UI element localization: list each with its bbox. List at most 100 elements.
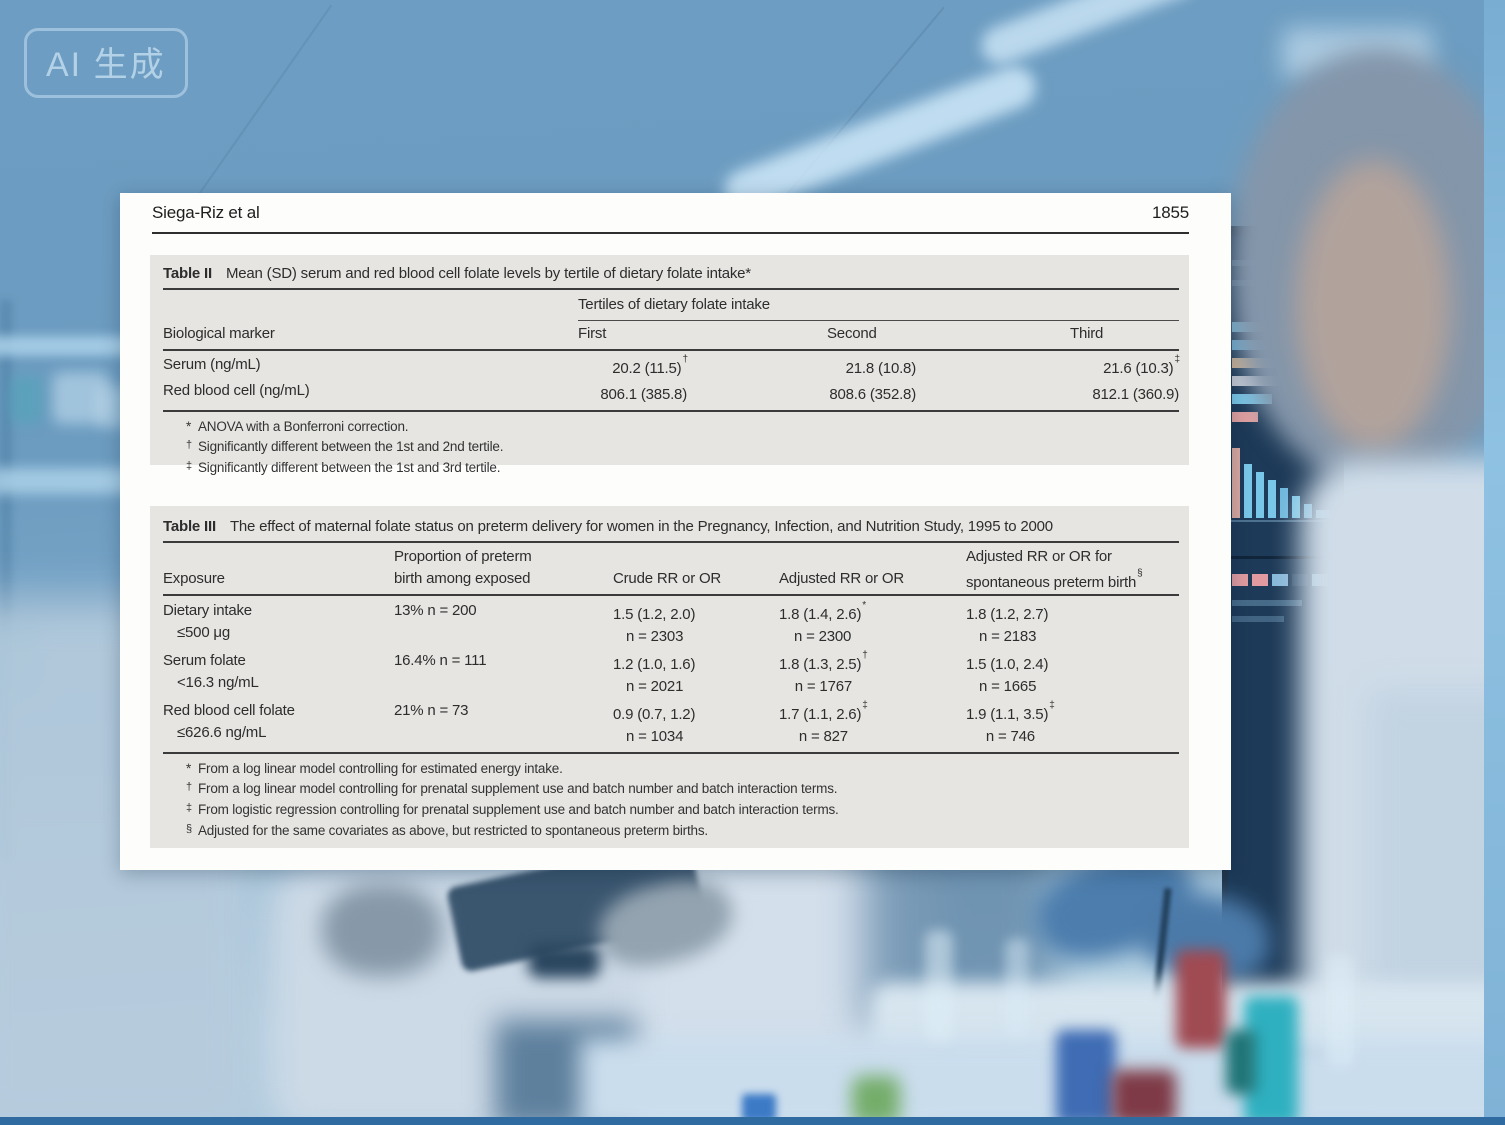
footnote-symbol: *	[186, 759, 194, 779]
footnote: *ANOVA with a Bonferroni correction.	[186, 417, 1179, 437]
footnote-marker: †	[682, 354, 688, 365]
estimate-cell: 1.8 (1.4, 2.6)*n = 2300	[779, 600, 966, 648]
footnote-symbol: †	[186, 435, 194, 455]
column-header: Proportion of preterm birth among expose…	[394, 546, 613, 590]
column-header: First	[578, 323, 827, 345]
estimate-cell: 1.5 (1.2, 2.0) n = 2303	[613, 600, 779, 648]
scientist-face	[1296, 160, 1451, 450]
footnote: §Adjusted for the same covariates as abo…	[186, 821, 1179, 842]
sample-size: n = 2300	[779, 626, 866, 648]
footnote: ‡ Significantly different between the 1st…	[186, 458, 1179, 479]
table-cell: 21.6 (10.3)‡	[1070, 354, 1180, 380]
footnote-marker: ‡	[1049, 700, 1055, 711]
footnote-marker: §	[1137, 568, 1143, 579]
table-ii-column-headers: Biological marker First Second Third	[163, 321, 1179, 351]
footnote-text: Significantly different between the 1st …	[198, 439, 503, 454]
table-cell: 20.2 (11.5)†	[578, 354, 827, 380]
right-edge-light-band	[1484, 0, 1505, 1125]
table-cell: 21.8 (10.8)	[827, 354, 1070, 380]
row-label: Red blood cell (ng/mL)	[163, 380, 578, 406]
estimate-cell: 0.9 (0.7, 1.2) n = 1034	[613, 700, 779, 748]
cell-value: 812.1 (360.9)	[1092, 386, 1179, 403]
table-row: Serum folate <16.3 ng/mL 16.4% n = 111 1…	[163, 648, 1179, 698]
spacer-cell	[163, 294, 578, 321]
ai-generated-lab-scene: AI 生成 Siega-Riz et al 1855 Table IIMean …	[0, 0, 1505, 1125]
exposure-qualifier: ≤626.6 ng/mL	[163, 722, 394, 744]
column-header-text: spontaneous preterm birth	[966, 574, 1136, 591]
table-iii: Table III The effect of maternal folate s…	[150, 506, 1189, 848]
column-header: Adjusted RR or OR for spontaneous preter…	[966, 546, 1179, 590]
footnote-text: ANOVA with a Bonferroni correction.	[198, 419, 408, 434]
ceiling-light-strip	[976, 0, 1204, 70]
table-iii-label: Table III	[163, 518, 216, 535]
table-cell: 808.6 (352.8)	[827, 380, 1070, 406]
histogram-bar	[1280, 488, 1288, 518]
sample-size: n = 1767	[779, 676, 868, 698]
exposure-name: Red blood cell folate	[163, 700, 394, 722]
test-tube-red	[1176, 950, 1226, 1048]
proportion-cell: 16.4% n = 111	[394, 650, 613, 698]
estimate-value: 1.5 (1.2, 2.0)	[613, 606, 695, 623]
exposure-name: Serum folate	[163, 650, 394, 672]
page-number: 1855	[1152, 203, 1189, 223]
column-header: Adjusted RR or OR	[779, 546, 966, 590]
footnote-marker: ‡	[1174, 354, 1180, 365]
cell-value: 20.2 (11.5)	[612, 360, 681, 377]
footnote-text: From a log linear model controlling for …	[198, 761, 563, 776]
sample-size: n = 2303	[613, 626, 696, 648]
footnote: ‡From logistic regression controlling fo…	[186, 800, 1179, 821]
exposure-qualifier: ≤500 μg	[163, 622, 394, 644]
estimate-value: 1.7 (1.1, 2.6)	[779, 706, 861, 723]
screen-text-dash	[1232, 616, 1284, 622]
sample-size: n = 746	[966, 726, 1055, 748]
cell-value: 806.1 (385.8)	[600, 386, 687, 403]
footnote-text: From logistic regression controlling for…	[198, 802, 839, 817]
page-header: Siega-Riz et al 1855	[152, 203, 1189, 234]
cell-value: 21.8 (10.8)	[846, 360, 916, 377]
proportion-cell: 13% n = 200	[394, 600, 613, 648]
sample-size: n = 2183	[966, 626, 1049, 648]
footnote-text: Significantly different between the 1st …	[198, 460, 500, 475]
footnote-symbol: ‡	[186, 456, 194, 476]
hand	[322, 884, 442, 976]
estimate-value: 0.9 (0.7, 1.2)	[613, 706, 695, 723]
sample-size: n = 1034	[613, 726, 696, 748]
histogram-bar	[1244, 464, 1252, 518]
teal-bottle	[10, 376, 42, 424]
exposure-cell: Dietary intake ≤500 μg	[163, 600, 394, 648]
table-ii-body: Serum (ng/mL) 20.2 (11.5)† 21.8 (10.8) 2…	[163, 351, 1179, 412]
bottom-dark-strip	[0, 1117, 1505, 1125]
column-header: Third	[1070, 323, 1179, 345]
column-header: Second	[827, 323, 1070, 345]
exposure-cell: Serum folate <16.3 ng/mL	[163, 650, 394, 698]
table-iii-caption: The effect of maternal folate status on …	[230, 518, 1053, 535]
shelf-band	[0, 336, 132, 356]
lab-bench	[580, 1038, 1505, 1125]
screen-text-dash	[1232, 600, 1302, 606]
histogram-bar	[1292, 496, 1300, 518]
column-header: Exposure	[163, 546, 394, 590]
table-row: Dietary intake ≤500 μg 13% n = 200 1.5 (…	[163, 598, 1179, 648]
running-head: Siega-Riz et al	[152, 203, 260, 223]
row-label: Serum (ng/mL)	[163, 354, 578, 380]
estimate-cell: 1.8 (1.3, 2.5)†n = 1767	[779, 650, 966, 698]
estimate-value: 1.5 (1.0, 2.4)	[966, 656, 1048, 673]
table-ii-title: Table IIMean (SD) serum and red blood ce…	[163, 255, 1179, 290]
footnote-text: From a log linear model controlling for …	[198, 781, 837, 796]
exposure-qualifier: <16.3 ng/mL	[163, 672, 394, 694]
sample-size: n = 1665	[966, 676, 1049, 698]
table-cell: 806.1 (385.8)	[578, 380, 827, 406]
proportion-cell: 21% n = 73	[394, 700, 613, 748]
table-ii-span-header-row: Tertiles of dietary folate intake	[163, 290, 1179, 321]
exposure-cell: Red blood cell folate ≤626.6 ng/mL	[163, 700, 394, 748]
estimate-value: 1.2 (1.0, 1.6)	[613, 656, 695, 673]
data-cell	[1232, 574, 1248, 586]
table-cell: 812.1 (360.9)	[1070, 380, 1180, 406]
estimate-value: 1.8 (1.4, 2.6)	[779, 606, 861, 623]
estimate-cell: 1.5 (1.0, 2.4) n = 1665	[966, 650, 1179, 698]
ai-generated-watermark: AI 生成	[24, 28, 188, 98]
table-iii-column-headers: Exposure Proportion of preterm birth amo…	[163, 543, 1179, 596]
watermark-label: AI 生成	[46, 46, 166, 84]
table-ii-label: Table II	[163, 265, 212, 282]
estimate-cell: 1.9 (1.1, 3.5)‡n = 746	[966, 700, 1179, 748]
